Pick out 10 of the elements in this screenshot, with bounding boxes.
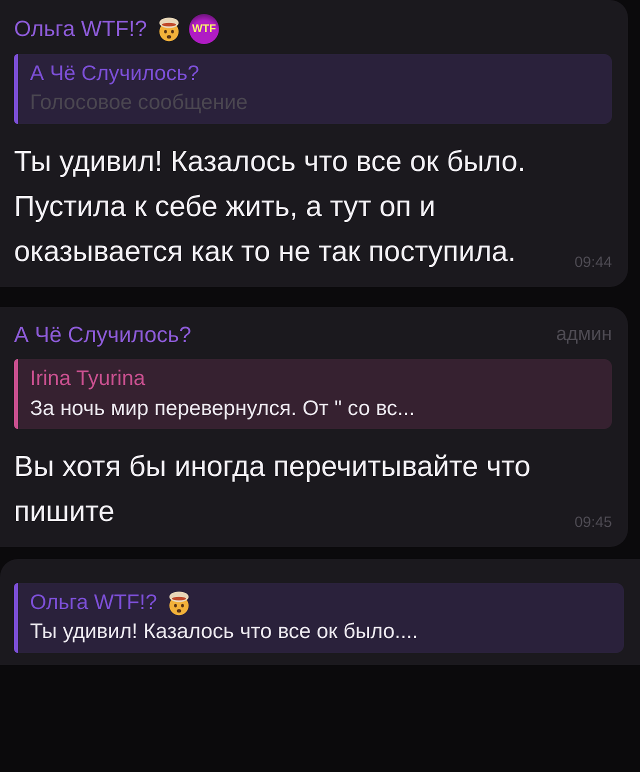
- sender-name: А Чё Случилось?: [14, 322, 192, 348]
- message-text: Вы хотя бы иногда перечитывайте что пишите: [14, 450, 532, 530]
- sender-name: Ольга WTF!?: [14, 16, 148, 42]
- reply-author: Irina Tyurina: [30, 366, 146, 392]
- reply-author: А Чё Случилось?: [30, 61, 200, 87]
- reply-text: Ты удивил! Казалось что все ок было....: [30, 619, 419, 646]
- reply-author: Ольга WTF!?: [30, 590, 157, 616]
- emoji-badge: WTF: [189, 14, 220, 44]
- message-text: Ты удивил! Казалось что все ок было. Пустила к себе жить, а тут оп и оказывается как то не так поступила.: [14, 144, 527, 270]
- reply-text: За ночь мир перевернулся. От " со вс...: [30, 396, 416, 422]
